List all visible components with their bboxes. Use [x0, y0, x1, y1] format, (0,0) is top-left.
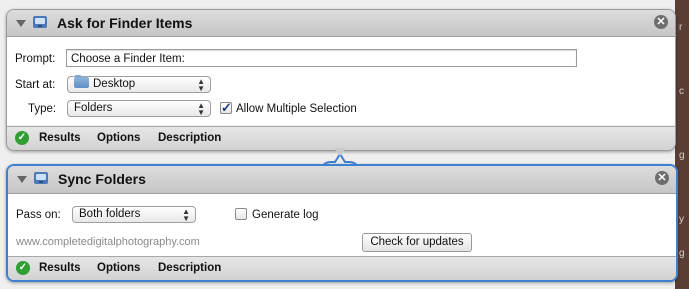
results-tab[interactable]: Results — [39, 132, 81, 144]
disclosure-triangle-icon[interactable] — [17, 176, 27, 183]
popup-arrows-icon: ▲ ▼ — [197, 77, 205, 93]
action-ask-for-finder-items[interactable]: Ask for Finder Items ✕ Prompt: Choose a … — [6, 9, 676, 151]
type-popup[interactable]: Folders ▲ ▼ — [67, 100, 211, 117]
start-at-value: Desktop — [93, 78, 136, 90]
website-link[interactable]: www.completedigitalphotography.com — [16, 236, 200, 248]
disclosure-triangle-icon[interactable] — [16, 20, 26, 27]
action-title-bar[interactable]: Ask for Finder Items ✕ — [7, 10, 675, 37]
generate-log-label: Generate log — [252, 209, 319, 221]
options-tab[interactable]: Options — [97, 132, 140, 144]
start-at-popup[interactable]: Desktop ▲ ▼ — [67, 75, 211, 93]
action-content: Prompt: Choose a Finder Item: Start at: … — [7, 37, 675, 125]
results-tab[interactable]: Results — [39, 262, 81, 274]
description-tab[interactable]: Description — [158, 132, 221, 144]
pass-on-popup[interactable]: Both folders ▲ ▼ — [72, 206, 196, 223]
type-value: Folders — [74, 102, 113, 114]
generate-log-checkbox[interactable] — [235, 208, 247, 220]
action-content: Pass on: Both folders ▲ ▼ Generate log ww… — [8, 194, 676, 256]
background-text-fragment: g — [679, 150, 685, 161]
automator-icon — [33, 16, 47, 28]
options-tab[interactable]: Options — [97, 262, 140, 274]
close-icon[interactable]: ✕ — [654, 15, 668, 29]
action-title: Ask for Finder Items — [57, 15, 193, 31]
pass-on-label: Pass on: — [16, 209, 61, 221]
description-tab[interactable]: Description — [158, 262, 221, 274]
allow-multiple-checkbox[interactable]: ✓ — [220, 101, 232, 114]
pass-on-value: Both folders — [79, 208, 141, 220]
background-text-fragment: r — [679, 22, 683, 33]
background-text-fragment: y — [679, 214, 684, 225]
background-text-fragment: c — [679, 86, 684, 97]
action-footer: ✓ Results Options Description — [7, 126, 675, 150]
popup-arrows-icon: ▲ ▼ — [197, 101, 205, 117]
close-icon[interactable]: ✕ — [655, 171, 669, 185]
check-for-updates-button[interactable]: Check for updates — [362, 233, 472, 252]
checkmark-status-icon: ✓ — [15, 131, 29, 145]
folder-icon — [74, 75, 89, 88]
action-footer: ✓ Results Options Description — [8, 256, 676, 280]
background-text-fragment: g — [679, 248, 685, 259]
allow-multiple-label: Allow Multiple Selection — [236, 103, 357, 115]
popup-arrows-icon: ▲ ▼ — [182, 207, 190, 223]
automator-icon — [34, 172, 48, 184]
start-at-label: Start at: — [15, 79, 56, 91]
prompt-label: Prompt: — [15, 53, 56, 65]
action-title-bar[interactable]: Sync Folders ✕ — [8, 166, 676, 194]
checkmark-status-icon: ✓ — [16, 261, 30, 275]
action-sync-folders[interactable]: Sync Folders ✕ Pass on: Both folders ▲ ▼ … — [6, 164, 678, 282]
prompt-input[interactable]: Choose a Finder Item: — [66, 49, 577, 67]
action-title: Sync Folders — [58, 171, 146, 187]
type-label: Type: — [28, 103, 57, 115]
